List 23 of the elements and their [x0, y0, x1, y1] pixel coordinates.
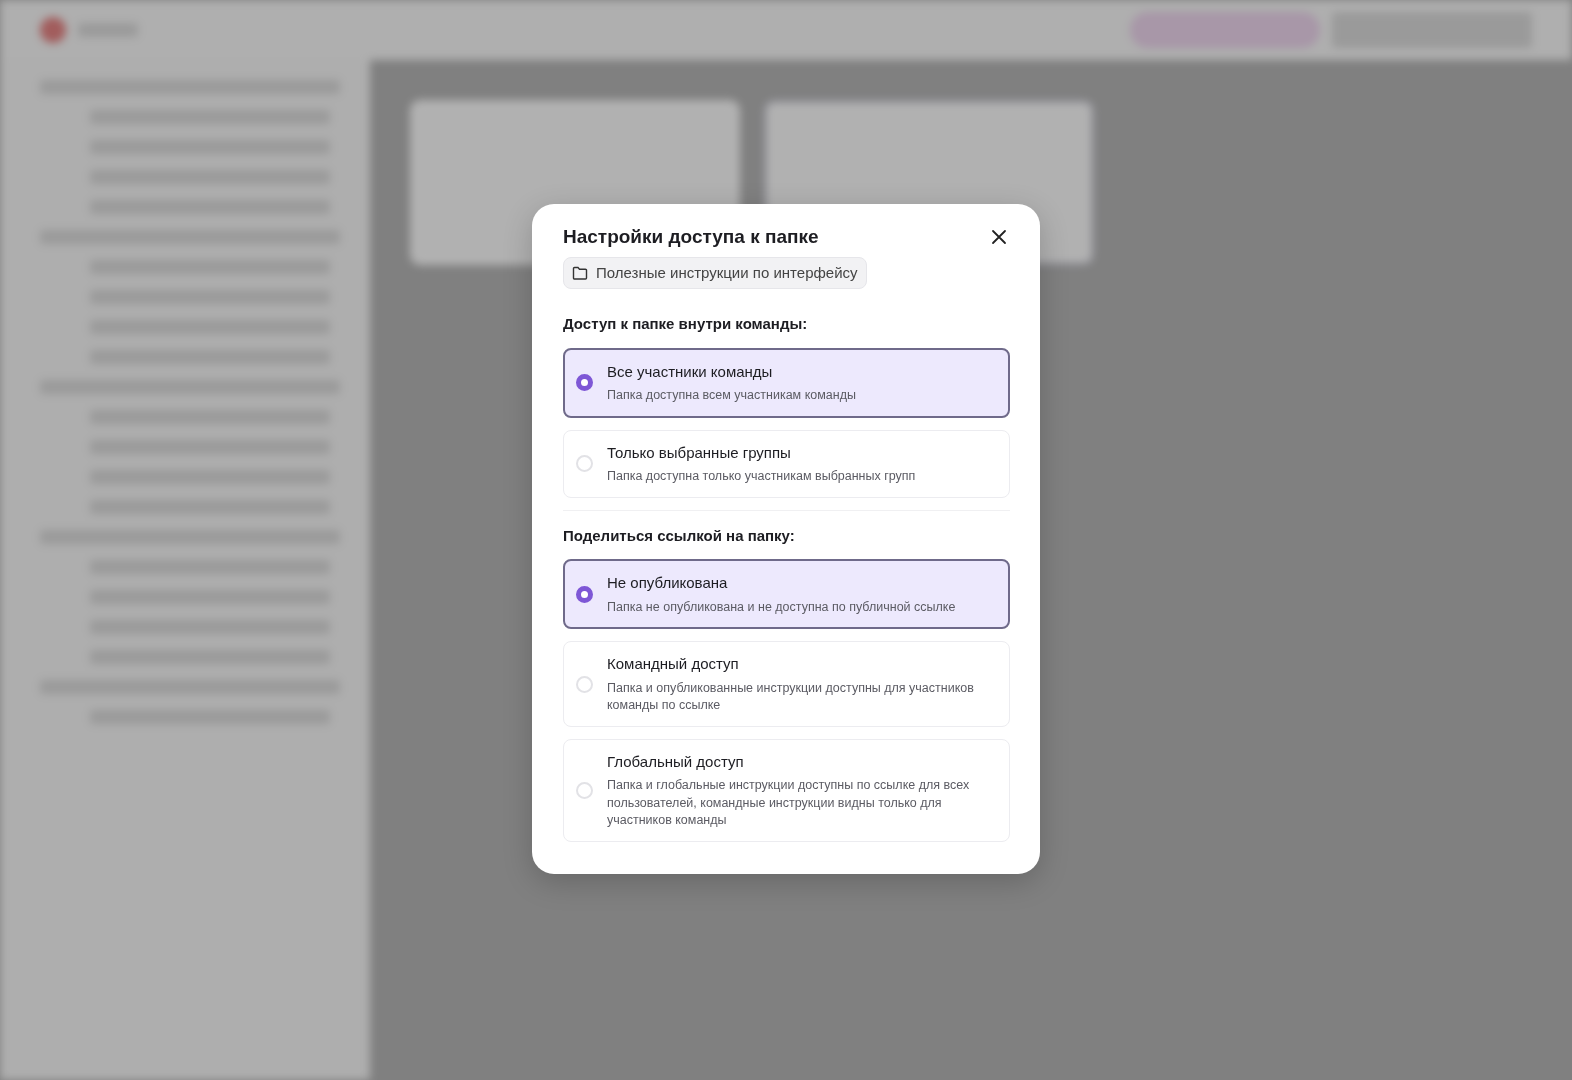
- radio-option[interactable]: Только выбранные группы Папка доступна только участникам выбранных групп: [563, 429, 1010, 498]
- radio-button[interactable]: [576, 585, 593, 603]
- option-description: Папка доступна только участникам выбранных групп: [607, 468, 916, 486]
- option-label: Командный доступ: [607, 654, 740, 675]
- option-label: Не опубликована: [607, 573, 729, 594]
- radio-option[interactable]: Все участники команды Папка доступна всем участникам команды: [563, 347, 1010, 418]
- option-description: Папка и глобальные инструкции доступны по ссылке для всех пользователей, командные инструкции видны только для участников команды: [607, 777, 971, 830]
- option-description: Папка и опубликованные инструкции доступны для участников команды по ссылке: [607, 679, 975, 715]
- radio-option[interactable]: Глобальный доступ Папка и глобальные инструкции доступны по ссылке для всех пользователей, командные инструкции видны только для участников команды: [563, 738, 1010, 842]
- radio-button[interactable]: [576, 374, 593, 392]
- folder-chip: Полезные инструкции по интерфейсу: [563, 256, 867, 290]
- option-description: Папка доступна всем участникам команды: [607, 387, 856, 405]
- radio-option[interactable]: Командный доступ Папка и опубликованные инструкции доступны для участников команды по ссылке: [563, 641, 1010, 727]
- option-label: Все участники команды: [607, 361, 774, 382]
- option-label: Только выбранные группы: [607, 442, 792, 463]
- close-icon: [990, 228, 1008, 246]
- radio-option[interactable]: Не опубликована Папка не опубликована и не доступна по публичной ссылке: [563, 559, 1010, 630]
- option-label: Глобальный доступ: [607, 751, 745, 772]
- option-description: Папка не опубликована и не доступна по публичной ссылке: [607, 598, 956, 616]
- section-heading: Поделиться ссылкой на папку:: [563, 525, 796, 546]
- section-heading: Доступ к папке внутри команды:: [563, 314, 809, 335]
- folder-icon: [572, 266, 588, 281]
- dialog-title: Настройки доступа к папке: [563, 226, 819, 249]
